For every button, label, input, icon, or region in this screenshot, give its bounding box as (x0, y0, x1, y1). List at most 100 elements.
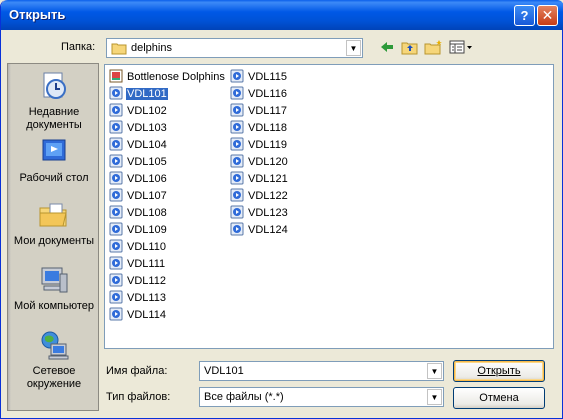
new-folder-icon[interactable] (424, 39, 444, 55)
file-list-item[interactable]: VDL107 (109, 188, 168, 204)
file-name: VDL105 (127, 156, 167, 168)
up-folder-icon[interactable] (401, 39, 419, 55)
media-file-icon (109, 188, 123, 202)
file-list-item[interactable]: VDL122 (230, 188, 289, 204)
place-label: Сетевое окружение (26, 365, 82, 390)
media-file-icon (230, 120, 244, 134)
file-name: VDL116 (248, 88, 287, 100)
media-file-icon (230, 222, 244, 236)
network-places-icon (41, 331, 69, 360)
file-list-item[interactable]: VDL104 (109, 137, 168, 153)
filetype-select[interactable]: Все файлы (*.*) ▼ (199, 387, 444, 407)
file-list-item[interactable]: VDL123 (230, 205, 289, 221)
file-list-item[interactable]: VDL121 (230, 171, 289, 187)
file-list-item[interactable]: VDL115 (230, 69, 288, 85)
file-name: VDL110 (127, 241, 166, 253)
file-name: VDL108 (127, 207, 167, 219)
open-dialog: Открыть ? ✕ Папка: delphins ▼ Недавние д… (0, 0, 563, 419)
media-file-icon (109, 222, 123, 236)
media-file-icon (230, 137, 244, 151)
chevron-down-icon[interactable]: ▼ (427, 389, 442, 405)
filename-value: VDL101 (204, 365, 244, 377)
file-name: VDL101 (126, 88, 168, 100)
media-file-icon (230, 154, 244, 168)
close-button[interactable]: ✕ (537, 5, 558, 26)
filename-label: Имя файла: (106, 365, 168, 377)
media-file-icon (109, 137, 123, 151)
place-desktop[interactable]: Рабочий стол (8, 136, 100, 185)
file-list-item[interactable]: VDL117 (230, 103, 288, 119)
media-file-icon (109, 86, 123, 100)
filetype-value: Все файлы (*.*) (204, 391, 284, 403)
file-name: VDL103 (127, 122, 167, 134)
file-list-item[interactable]: VDL124 (230, 222, 289, 238)
recent-documents-icon (43, 72, 66, 99)
media-file-icon (109, 273, 123, 287)
place-network[interactable]: Сетевое окружение (8, 329, 100, 391)
folder-combo[interactable]: delphins ▼ (106, 38, 363, 58)
file-list-item[interactable]: VDL109 (109, 222, 168, 238)
my-documents-icon (39, 203, 67, 227)
media-file-icon (109, 171, 123, 185)
media-file-icon (230, 171, 244, 185)
title-bar[interactable]: Открыть ? ✕ (1, 0, 563, 30)
place-my-documents[interactable]: Мои документы (8, 199, 100, 248)
file-list-item[interactable]: VDL112 (109, 273, 167, 289)
file-list-item[interactable]: VDL113 (109, 290, 167, 306)
media-file-icon (230, 69, 244, 83)
file-list-item[interactable]: VDL111 (109, 256, 166, 272)
chevron-down-icon[interactable]: ▼ (427, 363, 442, 379)
file-name: VDL109 (127, 224, 167, 236)
file-list-item[interactable]: VDL103 (109, 120, 168, 136)
file-list-item[interactable]: VDL101 (109, 86, 168, 102)
file-name: VDL106 (127, 173, 167, 185)
media-file-icon (230, 86, 244, 100)
file-list-item[interactable]: VDL114 (109, 307, 167, 323)
media-file-icon (109, 154, 123, 168)
media-file-icon (109, 239, 123, 253)
file-list-item[interactable]: VDL118 (230, 120, 288, 136)
back-icon[interactable] (379, 39, 395, 55)
place-label: Недавние документы (26, 106, 82, 131)
file-list-item[interactable]: VDL105 (109, 154, 168, 170)
file-name: VDL120 (248, 156, 288, 168)
place-label: Мой компьютер (13, 300, 95, 312)
media-file-icon (109, 307, 123, 321)
file-name: Bottlenose Dolphins (127, 71, 225, 83)
view-menu-icon[interactable] (449, 39, 473, 55)
file-list-item[interactable]: VDL106 (109, 171, 168, 187)
file-list-item[interactable]: VDL116 (230, 86, 288, 102)
file-list[interactable]: Bottlenose Dolphins VDL101 VDL102 VDL103 VDL… (104, 64, 554, 349)
file-list-item[interactable]: VDL119 (230, 137, 288, 153)
open-button-label: Открыть (477, 365, 521, 377)
file-list-item[interactable]: VDL120 (230, 154, 289, 170)
filename-input[interactable]: VDL101 ▼ (199, 361, 444, 381)
place-label: Мои документы (13, 235, 95, 247)
folder-icon (111, 43, 127, 55)
window-title: Открыть (9, 7, 66, 22)
place-recent[interactable]: Недавние документы (8, 70, 100, 132)
media-file-icon (230, 103, 244, 117)
image-file-icon (109, 69, 123, 83)
file-list-item[interactable]: VDL102 (109, 103, 168, 119)
file-list-item[interactable]: Bottlenose Dolphins (109, 69, 226, 85)
media-file-icon (109, 120, 123, 134)
file-list-item[interactable]: VDL110 (109, 239, 167, 255)
places-bar: Недавние документы Рабочий стол Мои доку… (7, 63, 99, 411)
file-list-item[interactable]: VDL108 (109, 205, 168, 221)
file-name: VDL123 (248, 207, 288, 219)
file-name: VDL102 (127, 105, 167, 117)
media-file-icon (109, 205, 123, 219)
help-button[interactable]: ? (514, 5, 535, 26)
cancel-button[interactable]: Отмена (453, 387, 545, 409)
file-name: VDL114 (127, 309, 166, 321)
open-button[interactable]: Открыть (453, 360, 545, 382)
place-my-computer[interactable]: Мой компьютер (8, 264, 100, 313)
file-name: VDL122 (248, 190, 288, 202)
chevron-down-icon[interactable]: ▼ (346, 40, 361, 56)
file-name: VDL107 (127, 190, 167, 202)
folder-label: Папка: (61, 41, 96, 53)
media-file-icon (109, 103, 123, 117)
file-name: VDL118 (248, 122, 287, 134)
place-label: Рабочий стол (19, 172, 89, 184)
